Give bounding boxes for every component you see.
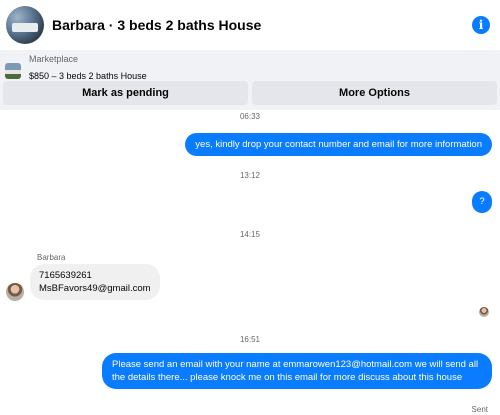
marketplace-label: Marketplace <box>29 54 79 64</box>
more-options-button[interactable]: More Options <box>252 81 497 105</box>
marketplace-banner: Marketplace $850 – 3 beds 2 baths House … <box>0 50 500 110</box>
outgoing-message[interactable]: ? <box>472 191 492 213</box>
listing-summary[interactable]: Marketplace $850 – 3 beds 2 baths House <box>5 54 147 83</box>
messenger-conversation: Barbara · 3 beds 2 baths House i Marketp… <box>0 0 500 415</box>
timestamp: 06:33 <box>239 112 261 121</box>
listing-thumbnail <box>5 62 21 79</box>
info-icon[interactable]: i <box>472 16 490 34</box>
outgoing-message[interactable]: Please send an email with your name at e… <box>102 353 492 389</box>
timestamp: 16:51 <box>239 335 261 344</box>
mark-as-pending-button[interactable]: Mark as pending <box>3 81 248 105</box>
message-line: MsBFavors49@gmail.com <box>39 283 151 294</box>
conversation-header: Barbara · 3 beds 2 baths House i <box>0 0 500 50</box>
sender-name: Barbara <box>37 253 66 262</box>
timestamp: 14:15 <box>239 230 261 239</box>
read-receipt-avatar <box>479 307 489 317</box>
sent-status: Sent <box>471 405 488 414</box>
sender-avatar[interactable] <box>6 283 24 301</box>
timestamp: 13:12 <box>239 171 261 180</box>
outgoing-message[interactable]: yes, kindly drop your contact number and… <box>185 133 492 156</box>
message-line: 7165639261 <box>39 270 92 281</box>
incoming-message[interactable]: 7165639261 MsBFavors49@gmail.com <box>30 264 160 300</box>
conversation-title[interactable]: Barbara · 3 beds 2 baths House <box>52 17 472 33</box>
house-avatar-icon[interactable] <box>6 6 44 44</box>
